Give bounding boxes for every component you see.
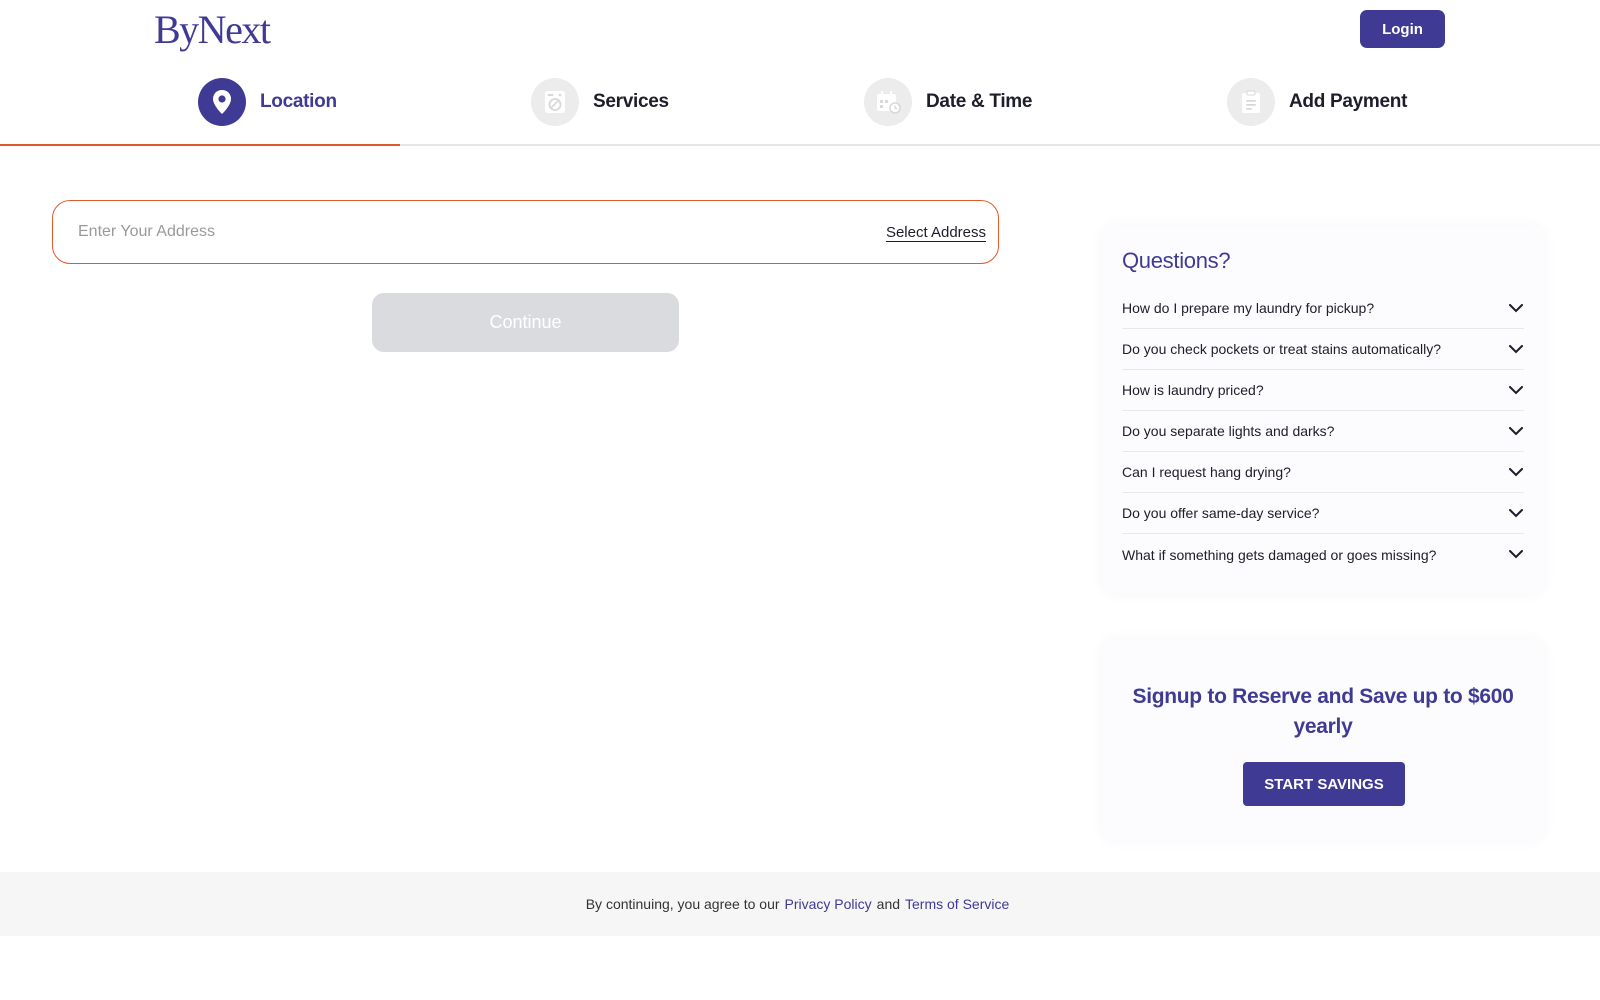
washing-machine-icon [531, 78, 579, 126]
faq-question: Do you check pockets or treat stains aut… [1122, 341, 1442, 357]
privacy-policy-link[interactable]: Privacy Policy [785, 896, 872, 912]
chevron-down-icon [1508, 505, 1524, 521]
select-address-link[interactable]: Select Address [886, 224, 986, 241]
continue-button[interactable]: Continue [372, 293, 679, 352]
footer-text: By continuing, you agree to our [585, 896, 780, 912]
step-label: Location [260, 91, 337, 112]
address-field: Select Address [52, 200, 999, 264]
step-label: Date & Time [926, 91, 1033, 112]
footer-and-text: and [876, 896, 901, 912]
footer: By continuing, you agree to our Privacy … [0, 872, 1600, 936]
faq-question: How do I prepare my laundry for pickup? [1122, 300, 1375, 316]
step-date-time[interactable]: Date & Time [864, 78, 1032, 126]
faq-question: Do you offer same-day service? [1122, 505, 1320, 521]
logo[interactable]: ByNext [154, 8, 271, 52]
header: ByNext Login [0, 0, 1600, 60]
step-label: Services [593, 91, 669, 112]
start-savings-button[interactable]: START SAVINGS [1243, 762, 1405, 806]
clipboard-icon [1227, 78, 1275, 126]
faq-item[interactable]: Do you separate lights and darks? [1122, 411, 1524, 452]
login-button[interactable]: Login [1360, 10, 1445, 48]
address-input[interactable] [53, 201, 886, 263]
step-services[interactable]: Services [531, 78, 669, 126]
location-pin-icon [198, 78, 246, 126]
faq-question: Can I request hang drying? [1122, 464, 1291, 480]
faq-item[interactable]: How do I prepare my laundry for pickup? [1122, 288, 1524, 329]
active-step-indicator [0, 144, 400, 146]
faq-card: Questions? How do I prepare my laundry f… [1102, 226, 1544, 594]
step-label: Add Payment [1289, 91, 1408, 112]
chevron-down-icon [1508, 464, 1524, 480]
chevron-down-icon [1508, 547, 1524, 563]
signup-card: Signup to Reserve and Save up to $600 ye… [1102, 640, 1544, 840]
faq-question: What if something gets damaged or goes m… [1122, 546, 1437, 563]
faq-question: How is laundry priced? [1122, 382, 1264, 398]
calendar-clock-icon [864, 78, 912, 126]
faq-item[interactable]: Do you check pockets or treat stains aut… [1122, 329, 1524, 370]
chevron-down-icon [1508, 382, 1524, 398]
chevron-down-icon [1508, 423, 1524, 439]
chevron-down-icon [1508, 300, 1524, 316]
step-add-payment[interactable]: Add Payment [1227, 78, 1407, 126]
progress-steps: Location Services Date & Time Add Paymen… [0, 70, 1600, 146]
chevron-down-icon [1508, 341, 1524, 357]
faq-question: Do you separate lights and darks? [1122, 423, 1335, 439]
signup-title: Signup to Reserve and Save up to $600 ye… [1132, 685, 1514, 738]
faq-item[interactable]: What if something gets damaged or goes m… [1122, 534, 1524, 575]
step-location[interactable]: Location [198, 78, 337, 126]
terms-of-service-link[interactable]: Terms of Service [905, 896, 1009, 912]
faq-item[interactable]: How is laundry priced? [1122, 370, 1524, 411]
faq-title: Questions? [1122, 248, 1231, 273]
faq-item[interactable]: Do you offer same-day service? [1122, 493, 1524, 534]
faq-item[interactable]: Can I request hang drying? [1122, 452, 1524, 493]
